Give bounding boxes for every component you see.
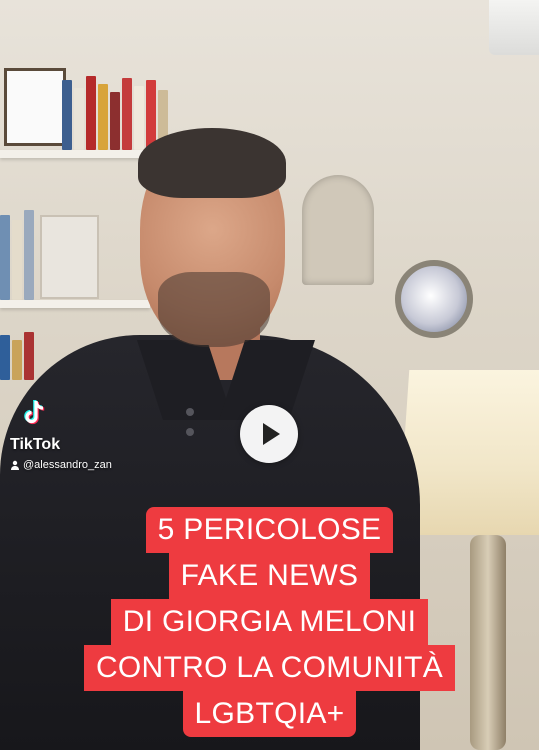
framed-photo — [40, 215, 99, 299]
video-frame[interactable]: TikTok @alessandro_zan 5 PERICOLOSE FAKE… — [0, 0, 539, 750]
video-caption: 5 PERICOLOSE FAKE NEWS DI GIORGIA MELONI… — [0, 507, 539, 737]
caption-line: 5 PERICOLOSE — [145, 507, 394, 553]
person-hair — [138, 128, 286, 198]
tiktok-brand-label: TikTok — [10, 436, 61, 453]
tiktok-username[interactable]: @alessandro_zan — [10, 459, 112, 471]
play-button[interactable] — [240, 405, 298, 463]
air-conditioner — [489, 0, 539, 55]
decorative-plate — [395, 260, 473, 338]
shirt-button — [186, 428, 194, 436]
bookshelf-books-bottom — [0, 330, 34, 380]
wall-picture — [4, 68, 66, 146]
play-icon — [263, 423, 280, 445]
shirt-button — [186, 408, 194, 416]
caption-line: DI GIORGIA MELONI — [110, 599, 429, 645]
caption-line: LGBTQIA+ — [182, 691, 357, 737]
tiktok-logo-icon — [18, 396, 52, 430]
bookshelf-books-top — [62, 75, 168, 150]
caption-line: CONTRO LA COMUNITÀ — [83, 645, 456, 691]
caption-line: FAKE NEWS — [168, 553, 371, 599]
wall-niche — [302, 175, 374, 285]
bookshelf-books-middle — [0, 205, 34, 300]
shelf — [0, 300, 150, 308]
shelf — [0, 150, 150, 158]
person-beard — [158, 272, 270, 347]
username-text: @alessandro_zan — [23, 459, 112, 471]
user-icon — [10, 460, 20, 470]
